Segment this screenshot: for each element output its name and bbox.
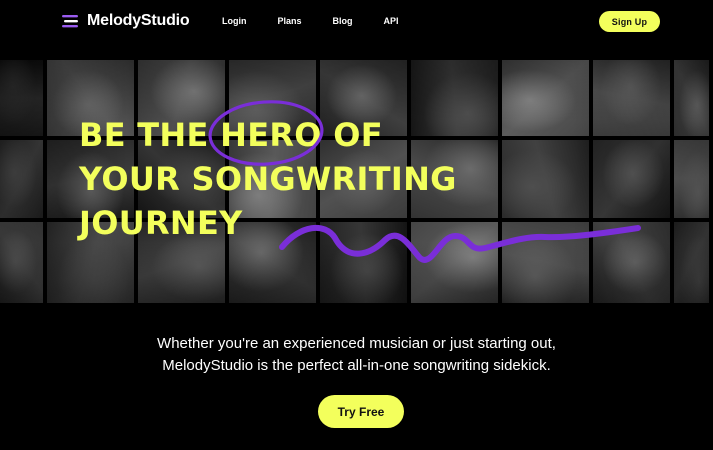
photo-tile bbox=[502, 222, 589, 303]
intro-text: Whether you're an experienced musician o… bbox=[0, 333, 713, 377]
photo-tile bbox=[593, 60, 670, 136]
photo-tile bbox=[0, 222, 43, 303]
top-nav: MelodyStudio Login Plans Blog API Sign U… bbox=[0, 0, 713, 44]
hero-headline: BE THE HERO OF YOUR SONGWRITING JOURNEY bbox=[79, 113, 457, 245]
nav-blog-link[interactable]: Blog bbox=[333, 15, 353, 27]
landing-page: MelodyStudio Login Plans Blog API Sign U… bbox=[0, 0, 713, 450]
brand-name: MelodyStudio bbox=[87, 12, 190, 29]
headline-suffix: OF bbox=[321, 116, 383, 154]
nav-login-link[interactable]: Login bbox=[222, 15, 247, 27]
headline-line-1: BE THE HERO OF bbox=[79, 113, 457, 157]
try-free-button[interactable]: Try Free bbox=[318, 395, 404, 428]
photo-tile bbox=[502, 140, 589, 218]
headline-prefix: BE THE bbox=[79, 116, 221, 154]
headline-line-2: YOUR SONGWRITING bbox=[79, 160, 457, 198]
photo-tile bbox=[593, 222, 670, 303]
menu-bars-logo-icon bbox=[62, 15, 78, 28]
intro-line-1: Whether you're an experienced musician o… bbox=[157, 335, 556, 352]
nav-plans-link[interactable]: Plans bbox=[278, 15, 302, 27]
photo-tile bbox=[0, 140, 43, 218]
photo-tile bbox=[502, 60, 589, 136]
headline-hero-word: HERO bbox=[220, 116, 322, 154]
intro-line-2: MelodyStudio is the perfect all-in-one s… bbox=[162, 357, 551, 374]
brand-logo[interactable]: MelodyStudio bbox=[62, 10, 190, 32]
photo-tile bbox=[674, 60, 709, 136]
photo-tile bbox=[0, 60, 43, 136]
sign-up-button[interactable]: Sign Up bbox=[599, 11, 660, 32]
photo-tile bbox=[674, 140, 709, 218]
nav-links: Login Plans Blog API bbox=[222, 15, 430, 27]
headline-line-3: JOURNEY bbox=[79, 204, 243, 242]
photo-tile bbox=[674, 222, 709, 303]
nav-api-link[interactable]: API bbox=[384, 15, 399, 27]
photo-tile bbox=[593, 140, 670, 218]
